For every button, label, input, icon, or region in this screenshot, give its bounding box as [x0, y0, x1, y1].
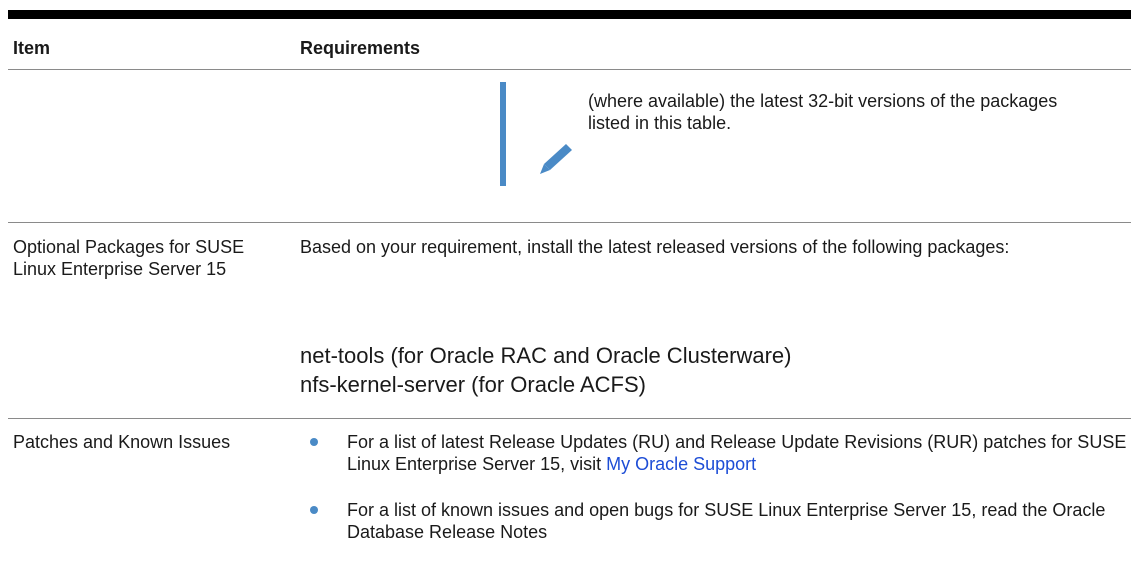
bullet-marker	[310, 438, 318, 446]
table-top-rule	[8, 10, 1131, 19]
my-oracle-support-link[interactable]: My Oracle Support	[606, 454, 756, 474]
bullet-known-issues: For a list of known issues and open bugs…	[347, 500, 1106, 542]
package-net-tools: net-tools (for Oracle RAC and Oracle Clu…	[300, 343, 792, 368]
package-nfs-kernel-server: nfs-kernel-server (for Oracle ACFS)	[300, 372, 646, 397]
row-item-patches: Patches and Known Issues	[13, 432, 231, 452]
row-divider	[8, 222, 1131, 223]
header-divider	[8, 69, 1131, 70]
bullet-marker	[310, 506, 318, 514]
note-text: (where available) the latest 32-bit vers…	[588, 91, 1058, 133]
note-accent-bar	[500, 82, 506, 186]
row-item-optional-packages: Optional Packages for SUSE Linux Enterpr…	[13, 237, 245, 279]
note-callout: (where available) the latest 32-bit vers…	[500, 82, 1060, 186]
column-header-item: Item	[13, 38, 51, 58]
bullet-release-updates: For a list of latest Release Updates (RU…	[347, 431, 1127, 475]
row-divider	[8, 418, 1131, 419]
pencil-icon	[540, 144, 572, 174]
column-header-requirements: Requirements	[300, 38, 421, 58]
row-requirement-optional-packages: Based on your requirement, install the l…	[300, 237, 1010, 257]
